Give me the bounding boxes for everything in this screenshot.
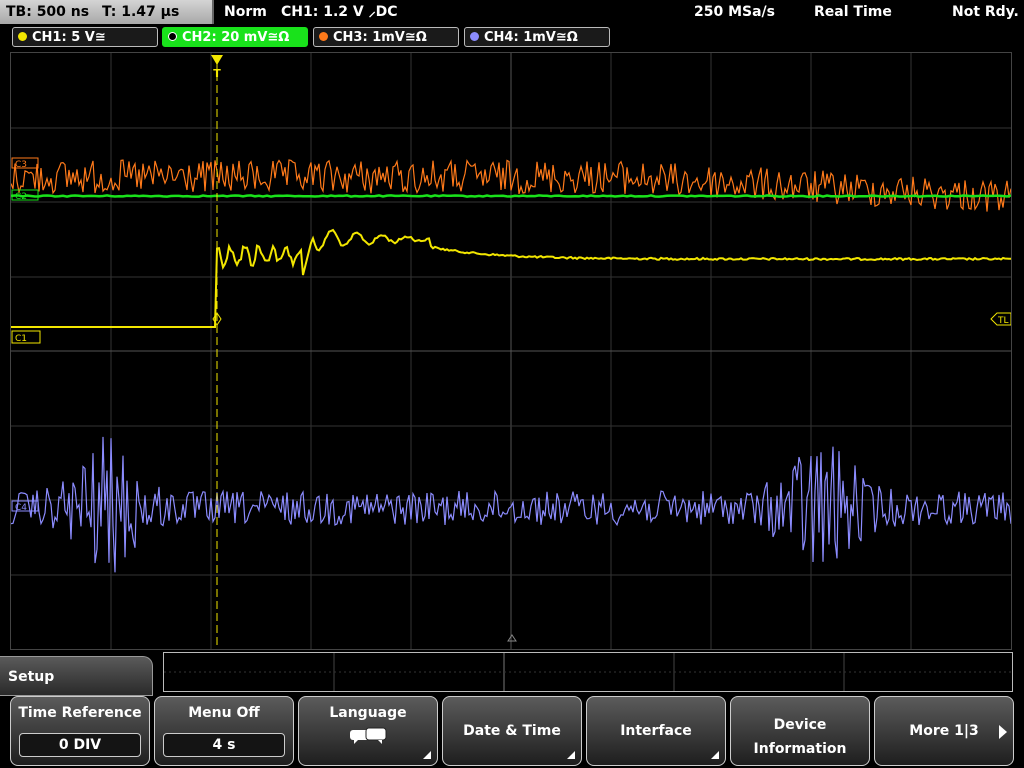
trigger-level-marker[interactable]: TL	[990, 312, 1011, 326]
language-button[interactable]: Language	[298, 696, 438, 766]
submenu-indicator-icon	[423, 751, 431, 759]
ch3-marker-label: C3	[15, 160, 27, 170]
submenu-indicator-icon	[567, 751, 575, 759]
tab-ch3[interactable]: CH3: 1mV≅Ω	[313, 27, 459, 47]
ch3-label: CH3: 1mV≅Ω	[333, 30, 427, 45]
device-information-button[interactable]: Device Information	[730, 696, 870, 766]
time-reference-value: 0 DIV	[19, 733, 141, 757]
more-label: More 1|3	[909, 723, 979, 739]
submenu-indicator-icon	[711, 751, 719, 759]
status-bar: TB: 500 ns T: 1.47 µs Norm CH1: 1.2 V ⸝D…	[0, 0, 1024, 25]
ch2-marker-label: C2	[15, 192, 27, 202]
trigger-level-label: TL	[997, 316, 1009, 326]
ch2-color-icon	[168, 32, 177, 41]
date-time-label: Date & Time	[463, 723, 561, 739]
menu-off-label: Menu Off	[188, 705, 260, 721]
interface-label: Interface	[620, 723, 692, 739]
trigger-pos-label: T	[213, 67, 221, 80]
information-label: Information	[753, 741, 847, 757]
ch2-label: CH2: 20 mV≅Ω	[182, 30, 290, 45]
menu-off-value: 4 s	[163, 733, 285, 757]
acquisition-mode: Real Time	[814, 4, 892, 20]
ch4-marker-label: C4	[15, 503, 27, 513]
tab-ch4[interactable]: CH4: 1mV≅Ω	[464, 27, 610, 47]
ch4-color-icon	[470, 32, 479, 41]
menu-title: Setup	[0, 656, 153, 696]
ch3-color-icon	[319, 32, 328, 41]
ch4-label: CH4: 1mV≅Ω	[484, 30, 578, 45]
ch1-marker-label: C1	[15, 334, 27, 344]
time-reference-button[interactable]: Time Reference 0 DIV	[10, 696, 150, 766]
tab-ch2[interactable]: CH2: 20 mV≅Ω	[162, 27, 308, 47]
trigger-arrow-icon	[211, 55, 223, 65]
ch3-marker[interactable]: C3	[11, 157, 39, 170]
run-status: Not Rdy.	[952, 4, 1019, 20]
tab-ch1[interactable]: CH1: 5 V≅	[12, 27, 158, 47]
interface-button[interactable]: Interface	[586, 696, 726, 766]
trigger-position-marker[interactable]: T	[211, 55, 223, 80]
horizontal-reference-icon	[507, 634, 517, 642]
sample-rate: 250 MSa/s	[694, 4, 776, 20]
time-reference-label: Time Reference	[18, 705, 142, 721]
timebase-box[interactable]: TB: 500 ns T: 1.47 µs	[0, 0, 214, 24]
graticule-grid	[11, 53, 1011, 649]
ch1-label: CH1: 5 V≅	[32, 30, 106, 45]
more-button[interactable]: More 1|3	[874, 696, 1014, 766]
info-panel	[163, 652, 1013, 692]
arrow-right-icon	[999, 725, 1007, 739]
date-time-button[interactable]: Date & Time	[442, 696, 582, 766]
device-label: Device	[773, 717, 827, 733]
trigger-time-label: T: 1.47 µs	[101, 4, 180, 20]
waveform-display[interactable]: T C3 C2 C1 C4 TL	[10, 52, 1012, 650]
timebase-label: TB: 500 ns	[6, 4, 90, 20]
ch1-color-icon	[18, 32, 27, 41]
ch2-waveform	[11, 194, 1011, 198]
ch1-marker[interactable]: C1	[11, 330, 41, 344]
trigger-info[interactable]: CH1: 1.2 V ⸝DC	[281, 0, 397, 24]
language-label: Language	[329, 705, 407, 721]
menu-off-button[interactable]: Menu Off 4 s	[154, 696, 294, 766]
speech-bubbles-icon	[350, 727, 387, 744]
trigger-mode[interactable]: Norm	[224, 0, 267, 24]
